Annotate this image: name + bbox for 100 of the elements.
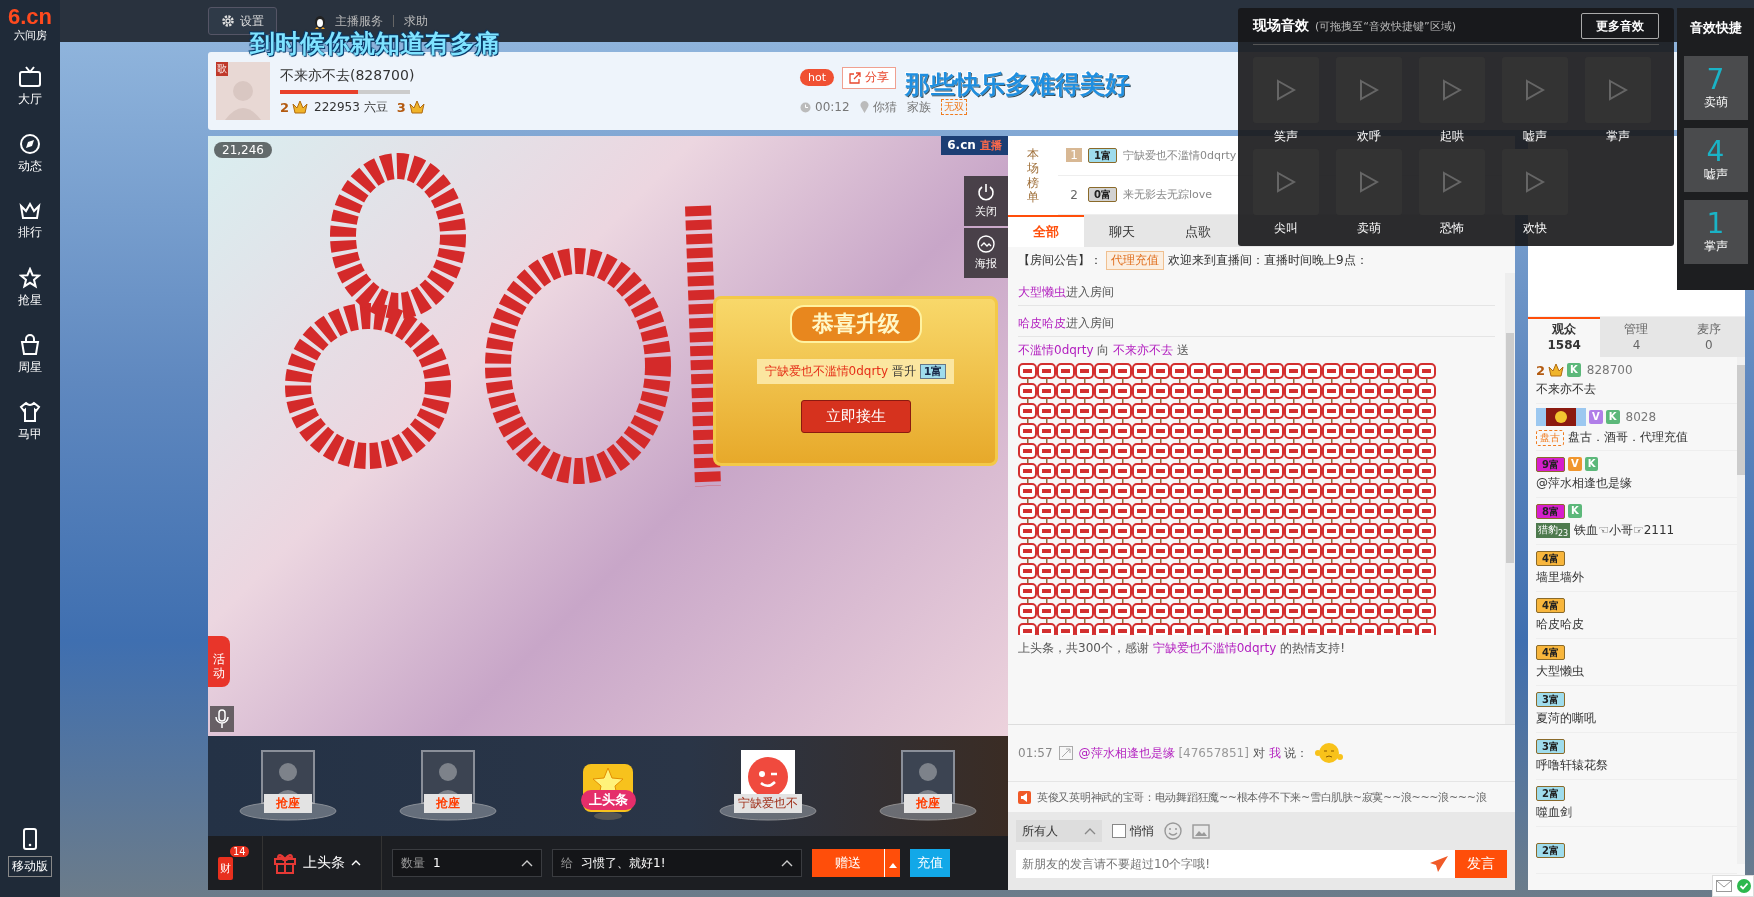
chat-input-field[interactable]: 新朋友的发言请不要超过10个字哦! <box>1016 850 1423 878</box>
audience-tab[interactable]: 观众 1584 <box>1528 317 1601 357</box>
popup-title: 恭喜升级 <box>789 305 922 343</box>
whisper-checkbox[interactable] <box>1112 824 1126 838</box>
sound-effect-label: 起哄 <box>1440 128 1464 145</box>
activity-tab[interactable]: 活动 <box>208 636 230 687</box>
crown-icon <box>292 100 309 114</box>
mail-icon[interactable] <box>1715 880 1732 892</box>
sidebar-item[interactable]: 动态 <box>0 120 60 187</box>
microphone-icon[interactable] <box>210 706 234 732</box>
ranking-toggle[interactable]: 本场榜单 <box>1008 136 1058 215</box>
gear-icon <box>221 14 235 28</box>
audience-user-name[interactable]: 呼噜轩辕花祭 <box>1536 756 1608 774</box>
vip-letter-badge: V <box>1589 410 1603 424</box>
top-link[interactable]: 主播服务 <box>335 12 383 30</box>
headline-label[interactable]: 上头条 <box>580 790 636 810</box>
quantity-field[interactable]: 数量 1 <box>392 849 542 877</box>
top-link[interactable]: 求助 <box>404 12 428 30</box>
wealth-level-badge: 8富 <box>1536 503 1565 519</box>
emoji-icon[interactable] <box>1164 822 1182 840</box>
audience-user-name[interactable]: 不来亦不去 <box>1536 380 1596 398</box>
sound-effect-button[interactable] <box>1336 149 1402 215</box>
chat-tab[interactable]: 聊天 <box>1084 215 1160 247</box>
audience-user-name[interactable]: @萍水相逢也是缘 <box>1536 474 1632 492</box>
sound-effect-label: 掌声 <box>1606 128 1630 145</box>
wealth-icon[interactable]: 财 <box>218 857 233 880</box>
site-logo[interactable]: 6.cn <box>8 6 52 28</box>
level-up-message: 宁缺爱也不滥情0dqrty 晋升 1富 <box>756 359 955 384</box>
ranking-user-name[interactable]: 来无影去无踪love <box>1122 187 1213 203</box>
location-text: 你猜 <box>872 98 897 116</box>
private-message: @萍水相逢也是缘 [47657851] 对 我 说： <box>1078 745 1309 762</box>
play-icon <box>1442 171 1462 193</box>
audience-tab[interactable]: 麦序 0 <box>1672 317 1745 357</box>
shortcut-button[interactable]: 7 卖萌 <box>1683 56 1748 120</box>
audience-user-name[interactable]: 盘古．酒哥．代理充值 <box>1568 429 1688 446</box>
audience-user-name[interactable]: 铁血☜小哥☞2111 <box>1574 521 1675 539</box>
audience-user-name[interactable]: 大型懒虫 <box>1536 662 1584 680</box>
hot-badge: hot <box>800 69 834 86</box>
sidebar-item[interactable]: 周星 <box>0 321 60 388</box>
gift-message: 不滥情0dqrty 向 不来亦不去 送 <box>1018 342 1191 359</box>
video-control-button[interactable]: 关闭 <box>964 176 1008 226</box>
send-options-button[interactable] <box>884 849 900 877</box>
tv-icon <box>18 65 42 88</box>
sound-effect-button[interactable] <box>1253 149 1319 215</box>
vip-letter-badge: K <box>1567 363 1581 377</box>
audience-user-name[interactable]: 墙里墙外 <box>1536 568 1584 586</box>
audience-tab[interactable]: 管理 4 <box>1600 317 1673 357</box>
sidebar-item[interactable]: 排行 <box>0 187 60 254</box>
expand-icon[interactable] <box>1058 746 1073 760</box>
popup-action-button[interactable]: 立即接生 <box>800 400 911 433</box>
recipient-dropdown[interactable]: 所有人 <box>1016 820 1102 842</box>
chat-tab[interactable]: 点歌 <box>1160 215 1236 247</box>
bean-count: 222953 六豆 <box>314 98 388 116</box>
sound-effect-button[interactable] <box>1253 57 1319 123</box>
user-id: 8028 <box>1625 410 1657 424</box>
gift-selector[interactable]: 上头条 <box>262 836 382 890</box>
seat-label[interactable]: 宁缺爱也不 <box>734 793 802 813</box>
wealth-level-badge: 0富 <box>1088 187 1117 203</box>
sound-effect-label: 嘘声 <box>1523 128 1547 145</box>
broadcast-message: 英俊又英明神武的宝哥：电动舞蹈狂魔~~根本停不下来~雪白肌肤~寂寞~~浪~~~浪~~~浪 <box>1037 789 1487 805</box>
avatar-photo[interactable]: 歌 <box>216 62 270 120</box>
checkmark-icon[interactable] <box>1736 879 1751 893</box>
enter-room-message: 大型懒虫进入房间 <box>1018 279 1495 306</box>
share-button[interactable]: 分享 <box>842 66 896 89</box>
paper-plane-icon[interactable] <box>1423 850 1455 878</box>
sound-effect-button[interactable] <box>1502 149 1568 215</box>
video-control-button[interactable]: 海报 <box>964 228 1008 278</box>
play-icon <box>1359 171 1379 193</box>
sound-effect-button[interactable] <box>1502 57 1568 123</box>
audience-user-name[interactable]: 噬血剑 <box>1536 803 1572 821</box>
sound-effect-button[interactable] <box>1585 57 1651 123</box>
ranking-user-name[interactable]: 宁缺爱也不滥情0dqrty <box>1122 147 1237 163</box>
power-icon <box>977 183 995 201</box>
mobile-version-button[interactable]: 移动版 <box>8 828 52 877</box>
image-icon[interactable] <box>1192 823 1210 839</box>
wealth-level-badge: 3富 <box>1536 691 1565 707</box>
sidebar-item[interactable]: 马甲 <box>0 388 60 455</box>
sound-effect-button[interactable] <box>1336 57 1402 123</box>
scrollbar-thumb[interactable] <box>1737 365 1745 475</box>
sidebar-item[interactable]: 抢星 <box>0 254 60 321</box>
sidebar-item[interactable]: 大厅 <box>0 53 60 120</box>
vip-letter-badge: K <box>1605 410 1620 424</box>
sound-effect-button[interactable] <box>1419 57 1485 123</box>
shortcut-button[interactable]: 4 嘘声 <box>1683 128 1748 192</box>
shortcut-button[interactable]: 1 掌声 <box>1683 200 1748 264</box>
sound-effect-label: 恐怖 <box>1440 220 1464 237</box>
wealth-level-badge: 9富 <box>1536 456 1565 472</box>
location-pin-icon <box>859 101 869 113</box>
sound-effect-label: 笑声 <box>1274 128 1298 145</box>
wealth-level-badge: 4富 <box>1536 597 1565 613</box>
crown-icon <box>408 100 425 114</box>
scrollbar-thumb[interactable] <box>1506 333 1514 563</box>
caret-up-icon <box>521 859 533 867</box>
lyric-line: 那些快乐多难得美好 <box>905 69 1130 101</box>
audience-user-name[interactable]: 哈皮哈皮 <box>1536 615 1584 633</box>
recipient-field[interactable]: 给 习惯了、就好1! <box>552 849 802 877</box>
more-effects-button[interactable]: 更多音效 <box>1581 13 1659 39</box>
sound-effect-button[interactable] <box>1419 149 1485 215</box>
audience-user-name[interactable]: 夏菏的嘶吼 <box>1536 709 1596 727</box>
caret-up-icon <box>351 860 361 866</box>
